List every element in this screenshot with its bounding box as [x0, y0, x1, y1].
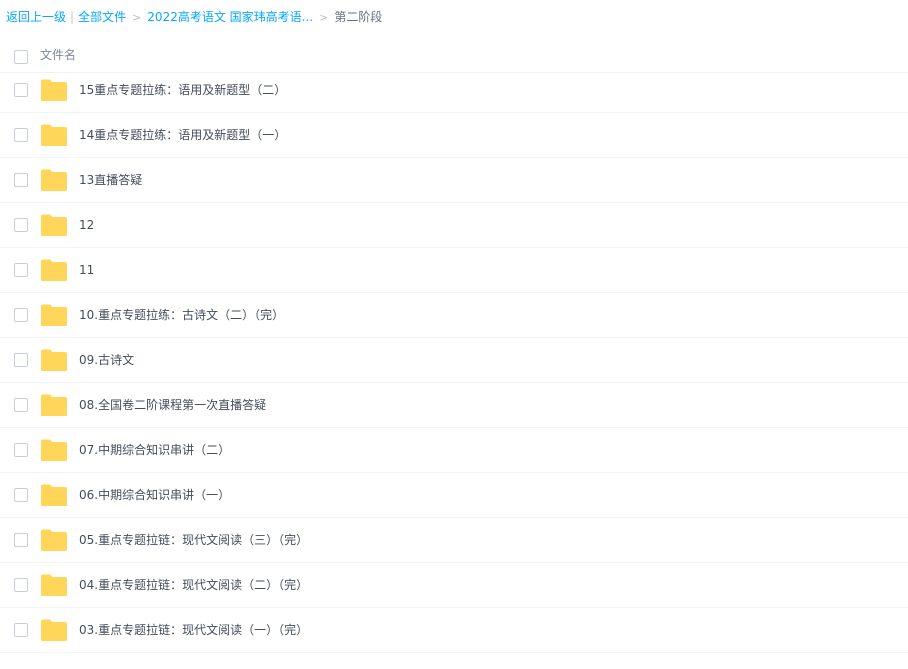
row-checkbox[interactable]: [14, 173, 28, 187]
row-checkbox[interactable]: [14, 398, 28, 412]
folder-icon: [40, 123, 68, 147]
file-row[interactable]: 07.中期综合知识串讲（二）: [0, 428, 908, 473]
row-checkbox[interactable]: [14, 353, 28, 367]
folder-icon: [40, 438, 68, 462]
file-name[interactable]: 13直播答疑: [79, 171, 142, 189]
file-list[interactable]: 16重点专题训练：议论文写作运析（一）15重点专题拉练：语用及新题型（二）14重…: [0, 72, 908, 669]
breadcrumb-parent-folder-link[interactable]: 2022高考语文 国家玮高考语...: [147, 10, 313, 24]
file-name[interactable]: 04.重点专题拉链：现代文阅读（二）（完）: [79, 576, 308, 594]
file-list-header: 文件名: [0, 44, 908, 73]
row-checkbox[interactable]: [14, 128, 28, 142]
folder-icon: [40, 213, 68, 237]
file-row[interactable]: 04.重点专题拉链：现代文阅读（二）（完）: [0, 563, 908, 608]
file-name[interactable]: 11: [79, 261, 94, 279]
file-row[interactable]: 12: [0, 203, 908, 248]
folder-icon: [40, 303, 68, 327]
file-name[interactable]: 07.中期综合知识串讲（二）: [79, 441, 230, 459]
breadcrumb-current-folder: 第二阶段: [334, 10, 383, 24]
file-row[interactable]: 10.重点专题拉练：古诗文（二）（完）: [0, 293, 908, 338]
breadcrumb-arrow: >: [132, 11, 142, 24]
row-checkbox[interactable]: [14, 623, 28, 637]
file-row[interactable]: 03.重点专题拉链：现代文阅读（一）（完）: [0, 608, 908, 653]
file-row[interactable]: 05.重点专题拉链：现代文阅读（三）（完）: [0, 518, 908, 563]
row-checkbox[interactable]: [14, 83, 28, 97]
row-checkbox[interactable]: [14, 533, 28, 547]
row-checkbox[interactable]: [14, 218, 28, 232]
row-checkbox[interactable]: [14, 488, 28, 502]
file-row[interactable]: 09.古诗文: [0, 338, 908, 383]
file-name[interactable]: 06.中期综合知识串讲（一）: [79, 486, 230, 504]
file-list-rows: 16重点专题训练：议论文写作运析（一）15重点专题拉练：语用及新题型（二）14重…: [0, 72, 908, 653]
file-row[interactable]: 13直播答疑: [0, 158, 908, 203]
folder-icon: [40, 78, 68, 102]
file-row[interactable]: 08.全国卷二阶课程第一次直播答疑: [0, 383, 908, 428]
folder-icon: [40, 528, 68, 552]
folder-icon: [40, 258, 68, 282]
select-all-checkbox[interactable]: [14, 50, 28, 64]
file-name[interactable]: 10.重点专题拉练：古诗文（二）（完）: [79, 306, 284, 324]
breadcrumb: 返回上一级 | 全部文件 >2022高考语文 国家玮高考语... > 第二阶段: [6, 8, 382, 26]
file-name[interactable]: 14重点专题拉练：语用及新题型（一）: [79, 126, 286, 144]
column-header-filename[interactable]: 文件名: [40, 46, 76, 64]
back-link[interactable]: 返回上一级: [6, 10, 66, 24]
file-row[interactable]: 06.中期综合知识串讲（一）: [0, 473, 908, 518]
row-checkbox[interactable]: [14, 443, 28, 457]
row-checkbox[interactable]: [14, 308, 28, 322]
file-name[interactable]: 12: [79, 216, 94, 234]
folder-icon: [40, 483, 68, 507]
file-name[interactable]: 03.重点专题拉链：现代文阅读（一）（完）: [79, 621, 308, 639]
breadcrumb-separator: |: [70, 10, 75, 24]
breadcrumb-all-files-link[interactable]: 全部文件: [78, 10, 126, 24]
file-name[interactable]: 05.重点专题拉链：现代文阅读（三）（完）: [79, 531, 308, 549]
file-row[interactable]: 14重点专题拉练：语用及新题型（一）: [0, 113, 908, 158]
file-name[interactable]: 15重点专题拉练：语用及新题型（二）: [79, 81, 286, 99]
breadcrumb-arrow: >: [319, 11, 329, 24]
file-row[interactable]: 11: [0, 248, 908, 293]
file-name[interactable]: 08.全国卷二阶课程第一次直播答疑: [79, 396, 266, 414]
folder-icon: [40, 348, 68, 372]
folder-icon: [40, 573, 68, 597]
row-checkbox[interactable]: [14, 578, 28, 592]
folder-icon: [40, 618, 68, 642]
row-checkbox[interactable]: [14, 263, 28, 277]
file-row[interactable]: 15重点专题拉练：语用及新题型（二）: [0, 72, 908, 113]
folder-icon: [40, 168, 68, 192]
file-name[interactable]: 09.古诗文: [79, 351, 134, 369]
folder-icon: [40, 393, 68, 417]
